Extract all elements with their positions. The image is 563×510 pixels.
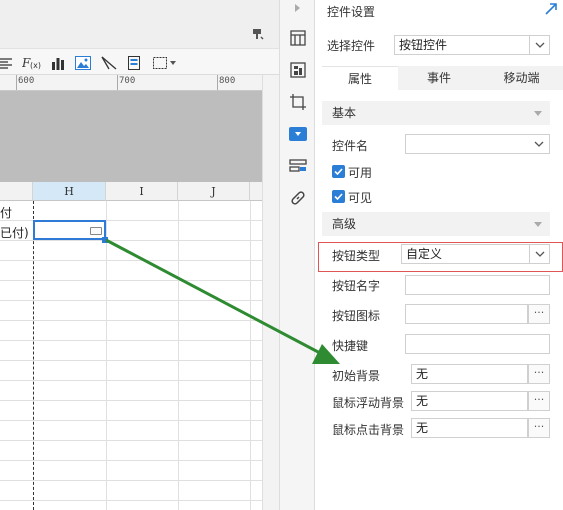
tab-events[interactable]: 事件: [398, 66, 480, 90]
widget-settings-panel: 控件设置 选择控件 按钮控件 属性 事件 移动端 基本 控件名 可用 可见 高级…: [315, 0, 563, 510]
button-widget-icon[interactable]: [90, 227, 102, 235]
control-name-label: 控件名: [332, 139, 369, 153]
shortcut-label: 快捷键: [332, 339, 369, 353]
button-icon-label: 按钮图标: [332, 309, 381, 323]
section-basic-label: 基本: [332, 106, 357, 120]
ruler-mark: 600: [18, 76, 35, 86]
slash-line-icon[interactable]: [100, 54, 118, 71]
bar-chart-icon[interactable]: [50, 54, 66, 71]
button-icon-input[interactable]: [405, 304, 528, 324]
cell-properties-icon[interactable]: [288, 28, 308, 48]
side-icon-strip: [279, 0, 315, 510]
ruler-mark: 800: [219, 76, 236, 86]
expand-panel-icon[interactable]: [544, 2, 558, 19]
form-element-icon[interactable]: [126, 54, 142, 71]
formula-icon[interactable]: F (x): [22, 54, 42, 71]
column-header-h[interactable]: H: [33, 182, 106, 201]
section-advanced[interactable]: 高级: [322, 212, 550, 236]
chevron-down-icon[interactable]: [529, 245, 549, 263]
column-header-i[interactable]: I: [106, 182, 178, 201]
click-bg-label: 鼠标点击背景: [332, 423, 405, 437]
hover-bg-value: 无: [416, 394, 429, 408]
button-icon-browse-button[interactable]: ···: [528, 304, 550, 324]
enabled-label: 可用: [348, 166, 373, 180]
chevron-down-icon[interactable]: [529, 135, 549, 153]
hover-bg-input[interactable]: 无: [411, 391, 528, 411]
hyperlink-icon[interactable]: [288, 188, 308, 208]
hover-bg-browse-button[interactable]: ···: [528, 391, 550, 411]
initial-bg-label: 初始背景: [332, 369, 381, 383]
designer-top-bar: [0, 0, 279, 48]
column-header-j[interactable]: J: [178, 182, 250, 201]
column-header-blank[interactable]: [0, 182, 33, 201]
condition-attribute-icon[interactable]: [288, 156, 308, 176]
initial-bg-browse-button[interactable]: ···: [528, 364, 550, 384]
border-dropdown-icon[interactable]: [152, 54, 178, 71]
report-designer: F (x) 600 700 800 H I J 付 已付): [0, 0, 279, 510]
canvas-gray-area: [0, 91, 262, 182]
fill-handle[interactable]: [102, 237, 108, 243]
table-cell[interactable]: 已付): [0, 224, 29, 241]
click-bg-input[interactable]: 无: [411, 418, 528, 438]
horizontal-ruler: 600 700 800: [0, 75, 262, 91]
crop-frame-icon[interactable]: [288, 92, 308, 112]
collapse-arrow-icon[interactable]: [288, 0, 308, 18]
cell-element-icon[interactable]: [288, 60, 308, 80]
svg-text:(x): (x): [30, 61, 41, 70]
click-bg-browse-button[interactable]: ···: [528, 418, 550, 438]
tab-mobile[interactable]: 移动端: [480, 66, 563, 90]
button-type-label: 按钮类型: [332, 249, 381, 263]
spreadsheet-grid: H I J 付 已付): [0, 182, 262, 510]
caret-down-icon: [534, 222, 542, 227]
control-name-input[interactable]: [405, 134, 550, 154]
click-bg-value: 无: [416, 421, 429, 435]
visible-checkbox[interactable]: [332, 190, 345, 203]
hover-bg-label: 鼠标浮动背景: [332, 396, 405, 410]
ruler-mark: 700: [119, 76, 136, 86]
initial-bg-input[interactable]: 无: [411, 364, 528, 384]
vertical-scrollbar[interactable]: [262, 75, 279, 510]
initial-bg-value: 无: [416, 367, 429, 381]
designer-toolbar: F (x): [0, 48, 279, 75]
section-advanced-label: 高级: [332, 217, 357, 231]
enabled-checkbox[interactable]: [332, 165, 345, 178]
chevron-down-icon[interactable]: [529, 36, 549, 54]
panel-title: 控件设置: [327, 5, 376, 19]
tab-properties[interactable]: 属性: [322, 66, 398, 90]
column-header-k[interactable]: [250, 182, 262, 201]
button-type-value: 自定义: [406, 247, 443, 261]
table-cell[interactable]: 付: [0, 204, 12, 221]
button-name-label: 按钮名字: [332, 279, 381, 293]
button-type-dropdown[interactable]: 自定义: [401, 244, 550, 264]
page-break-line: [33, 201, 34, 510]
select-control-label: 选择控件: [327, 39, 376, 53]
section-basic[interactable]: 基本: [322, 101, 550, 125]
select-control-value: 按钮控件: [399, 38, 448, 52]
select-control-dropdown[interactable]: 按钮控件: [394, 35, 550, 55]
widget-settings-icon[interactable]: [288, 124, 308, 144]
paint-format-icon[interactable]: [252, 28, 264, 43]
visible-label: 可见: [348, 191, 373, 205]
caret-down-icon: [534, 111, 542, 116]
image-icon[interactable]: [74, 54, 92, 71]
shortcut-input[interactable]: [405, 334, 550, 354]
align-left-icon[interactable]: [0, 54, 12, 71]
button-name-input[interactable]: [405, 275, 550, 295]
